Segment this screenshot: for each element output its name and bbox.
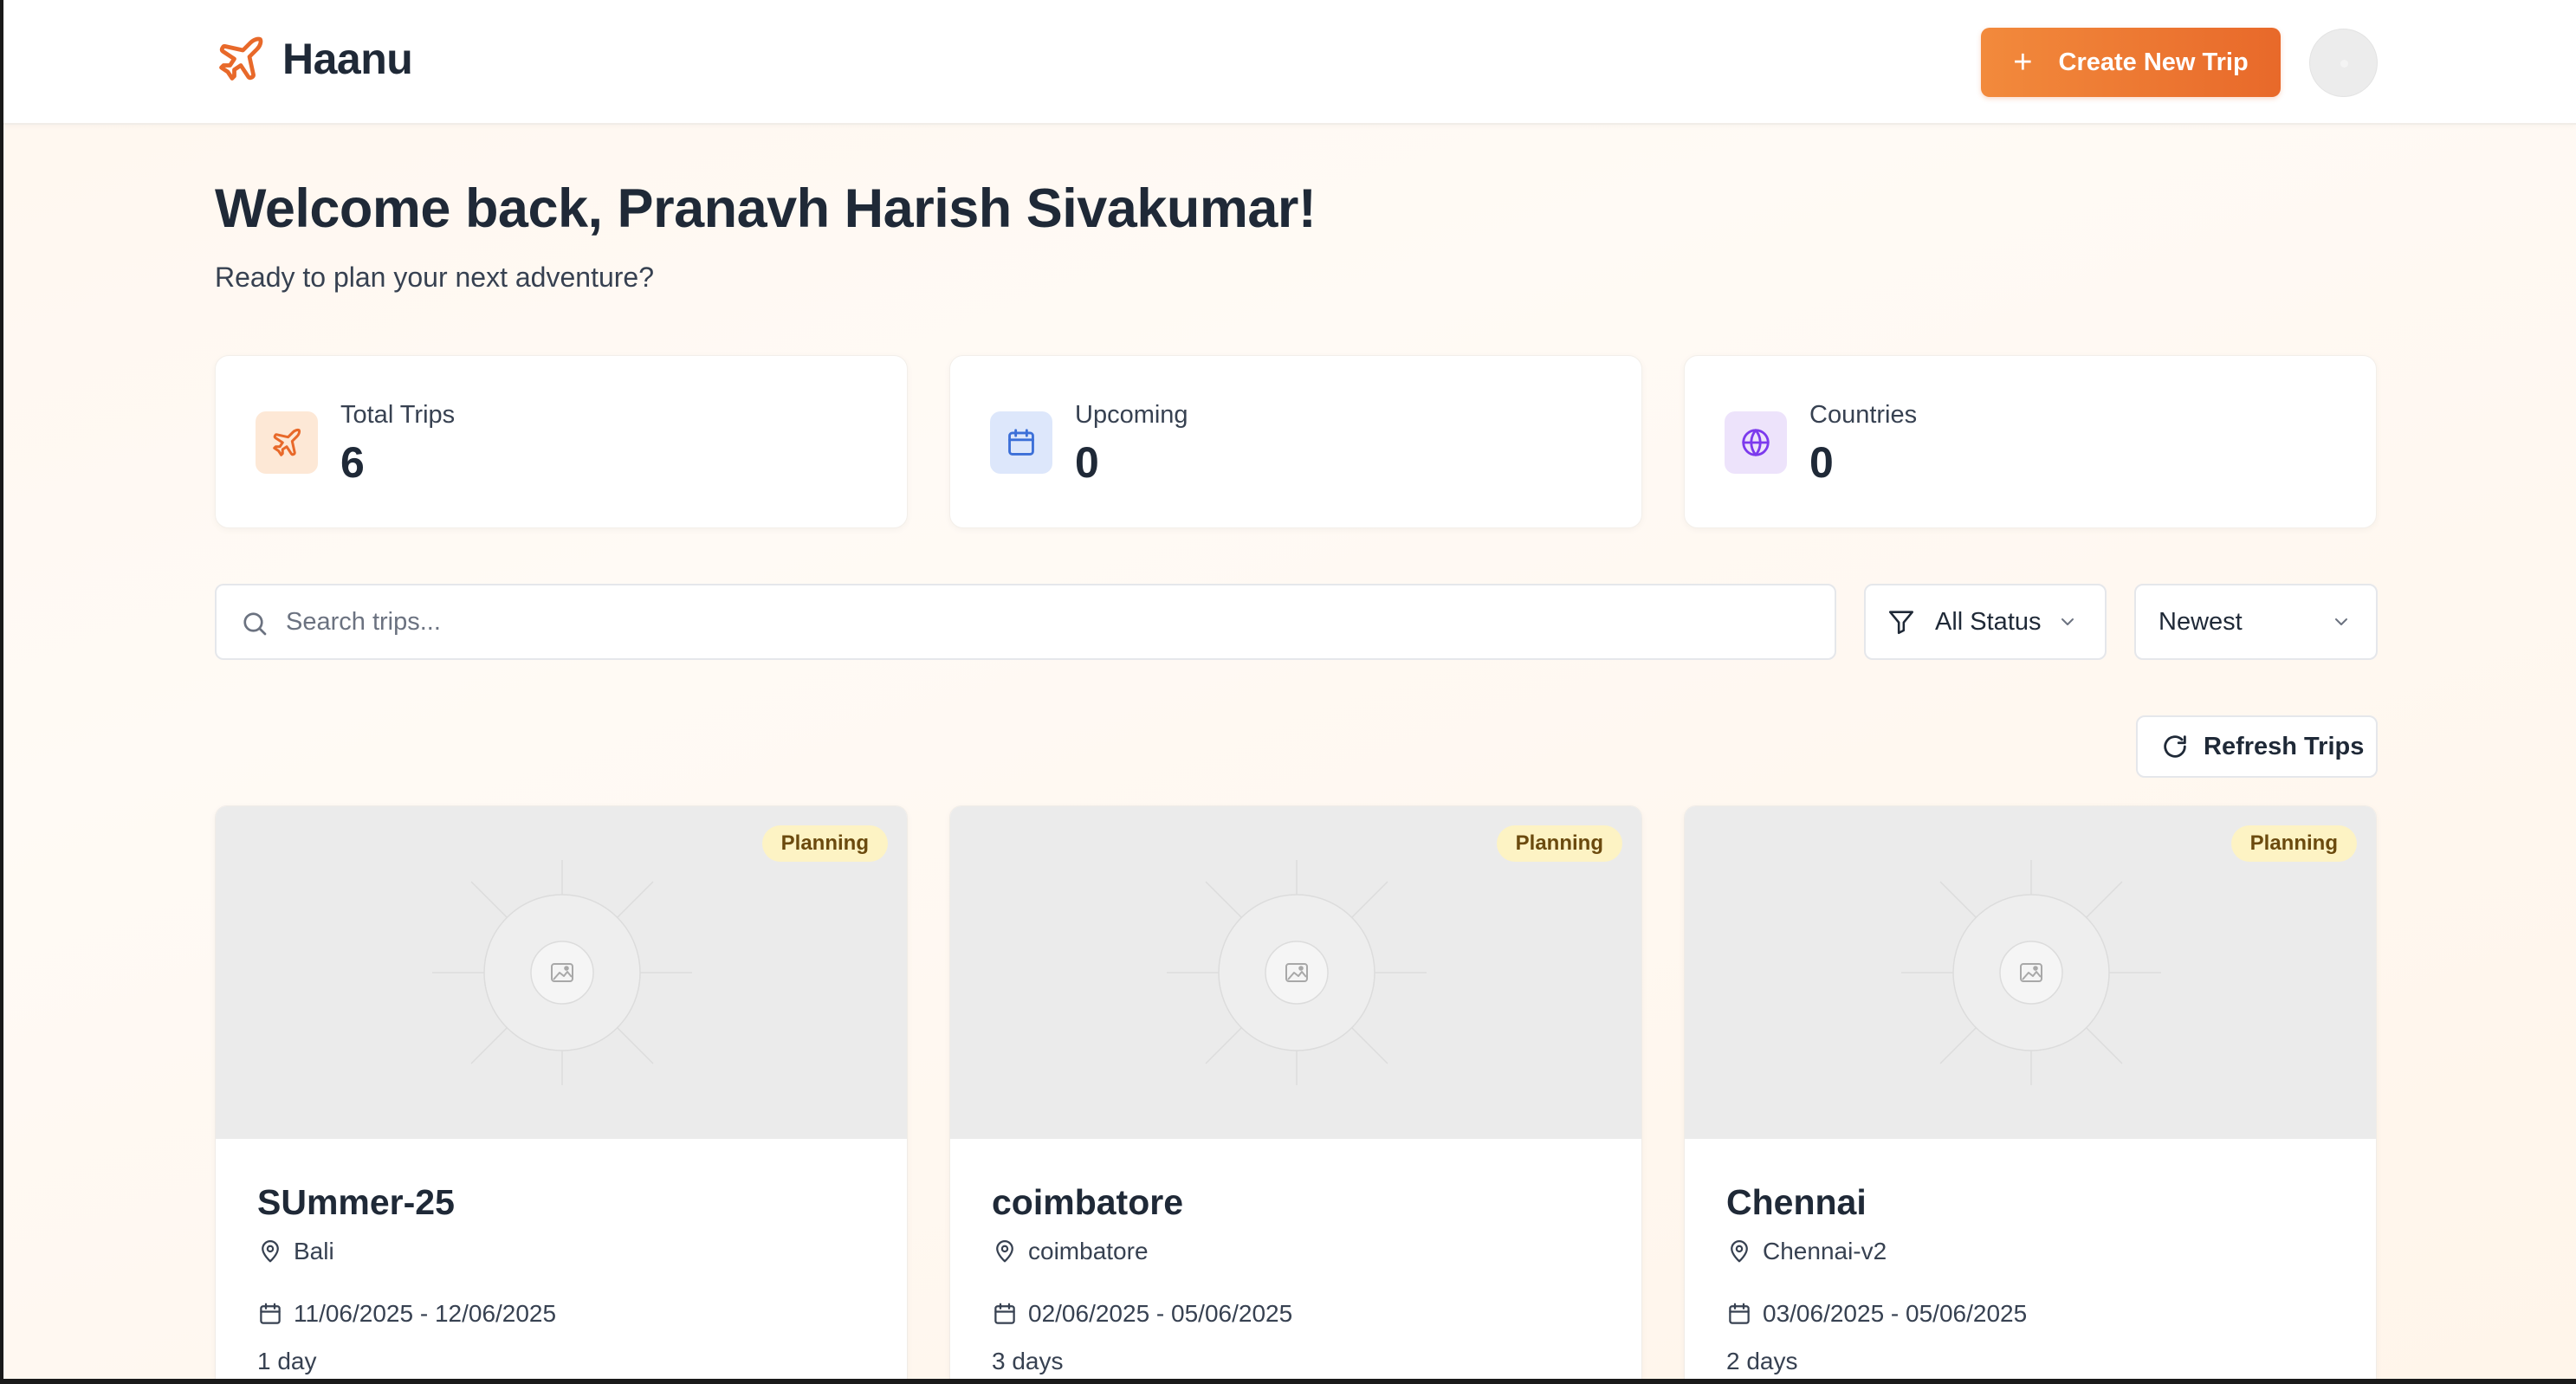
trip-image-placeholder: Planning: [1685, 806, 2376, 1139]
trip-duration: 3 days: [992, 1348, 1064, 1374]
brand-logo[interactable]: Haanu: [215, 33, 413, 85]
refresh-icon: [2164, 735, 2186, 758]
trip-dates: 03/06/2025 - 05/06/2025: [1726, 1300, 2027, 1328]
image-placeholder-icon: [1901, 860, 2161, 1085]
status-badge: Planning: [1496, 825, 1622, 862]
welcome-subtitle: Ready to plan your next adventure?: [215, 262, 654, 293]
trip-location: Chennai-v2: [1726, 1238, 1887, 1265]
app-window: Haanu + Create New Trip Welcome back, Pr…: [0, 0, 2576, 1384]
trip-image-placeholder: Planning: [216, 806, 907, 1139]
user-avatar[interactable]: [2309, 29, 2378, 97]
trip-title: Chennai: [1726, 1182, 1867, 1222]
trip-location-text: coimbatore: [1028, 1238, 1149, 1264]
stat-value: 6: [340, 438, 365, 487]
create-new-trip-button[interactable]: + Create New Trip: [1981, 28, 2281, 97]
trip-dates: 02/06/2025 - 05/06/2025: [992, 1300, 1292, 1328]
stat-value: 0: [1075, 438, 1099, 487]
trip-dates-text: 11/06/2025 - 12/06/2025: [294, 1300, 557, 1327]
trip-dates: 11/06/2025 - 12/06/2025: [257, 1300, 556, 1328]
stat-label: Countries: [1809, 401, 1918, 429]
status-filter-value: All Status: [1935, 607, 2042, 636]
status-badge: Planning: [2230, 825, 2357, 862]
search-bar: [215, 584, 1836, 660]
brand-name: Haanu: [282, 35, 413, 83]
map-pin-icon: [1731, 1240, 1748, 1263]
refresh-trips-label: Refresh Trips: [2204, 732, 2365, 760]
map-pin-icon: [262, 1240, 279, 1263]
top-navbar: Haanu + Create New Trip: [3, 0, 2576, 125]
trip-dates-text: 02/06/2025 - 05/06/2025: [1028, 1300, 1293, 1327]
plus-icon: +: [2013, 44, 2033, 81]
trip-card[interactable]: Planning SUmmer-25 Bali 11/06/2025 - 12/…: [215, 805, 908, 1379]
trip-duration: 2 days: [1726, 1348, 1798, 1374]
search-input[interactable]: [286, 585, 1810, 658]
refresh-trips-button[interactable]: Refresh Trips: [2136, 715, 2378, 778]
image-placeholder-icon: [1167, 860, 1427, 1085]
status-filter-select[interactable]: All Status: [1864, 584, 2107, 660]
chevron-down-icon: [2061, 618, 2074, 625]
sort-select[interactable]: Newest: [2134, 584, 2378, 660]
trip-card[interactable]: Planning Chennai Chennai-v2 03/06/2025 -…: [1684, 805, 2377, 1379]
map-pin-icon: [996, 1240, 1013, 1263]
status-badge: Planning: [761, 825, 888, 862]
trip-image-placeholder: Planning: [950, 806, 1641, 1139]
plane-icon: [219, 36, 263, 81]
trip-card[interactable]: Planning coimbatore coimbatore 02/06/202…: [949, 805, 1642, 1379]
stat-card-countries: Countries 0: [1684, 355, 2377, 528]
trip-duration: 1 day: [257, 1348, 317, 1374]
sort-value: Newest: [2159, 607, 2243, 636]
trip-title: coimbatore: [992, 1182, 1183, 1222]
calendar-icon: [990, 411, 1052, 474]
calendar-icon: [994, 1303, 1015, 1324]
stat-label: Total Trips: [340, 401, 456, 429]
stat-card-upcoming: Upcoming 0: [949, 355, 1642, 528]
globe-icon: [1725, 411, 1787, 474]
stat-value: 0: [1809, 438, 1834, 487]
trip-location-text: Bali: [294, 1238, 334, 1264]
trip-location-text: Chennai-v2: [1763, 1238, 1887, 1264]
stat-label: Upcoming: [1075, 401, 1188, 429]
plane-icon: [256, 411, 318, 474]
chevron-down-icon: [2335, 618, 2347, 625]
trip-dates-text: 03/06/2025 - 05/06/2025: [1763, 1300, 2028, 1327]
image-placeholder-icon: [432, 860, 692, 1085]
calendar-icon: [1729, 1303, 1750, 1324]
search-icon: [243, 612, 267, 636]
trip-location: Bali: [257, 1238, 334, 1265]
calendar-icon: [260, 1303, 281, 1324]
trip-location: coimbatore: [992, 1238, 1149, 1265]
trip-title: SUmmer-25: [257, 1182, 455, 1222]
stat-card-total-trips: Total Trips 6: [215, 355, 908, 528]
filter-icon: [1888, 611, 1914, 635]
create-new-trip-label: Create New Trip: [2058, 48, 2249, 76]
welcome-title: Welcome back, Pranavh Harish Sivakumar!: [215, 178, 1317, 239]
avatar-placeholder-icon: [2340, 60, 2348, 68]
